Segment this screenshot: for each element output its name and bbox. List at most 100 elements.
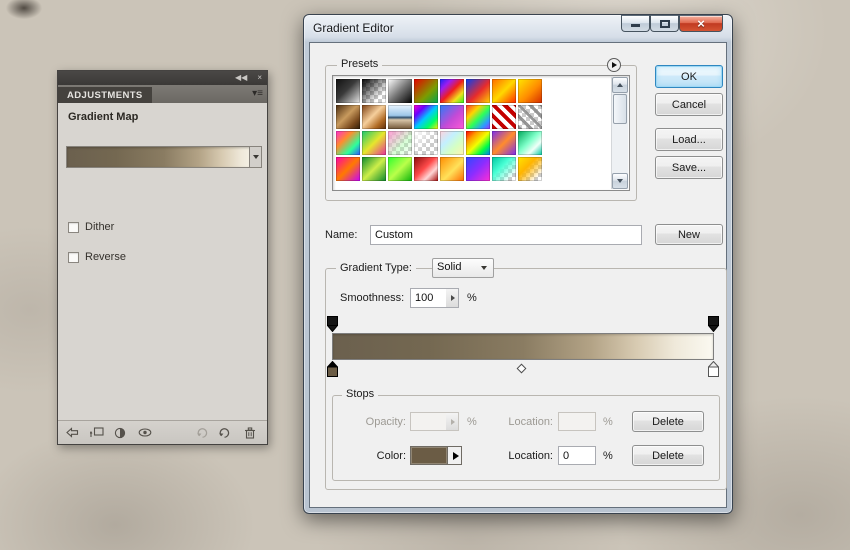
close-button[interactable]: × [679, 15, 723, 32]
chevron-down-icon [252, 155, 259, 159]
preset-swatch-14[interactable] [492, 105, 516, 129]
color-location-label: Location: [508, 450, 553, 462]
dither-checkbox[interactable]: Dither [68, 221, 114, 233]
maximize-button[interactable] [650, 15, 679, 32]
name-label: Name: [325, 229, 358, 241]
adjustments-footer-bar [58, 420, 267, 444]
stops-label: Stops [342, 388, 379, 400]
back-arrow-icon[interactable] [66, 427, 79, 438]
reset-arrow-icon[interactable] [196, 427, 209, 439]
preset-swatch-16[interactable] [336, 131, 360, 155]
adjustment-title: Gradient Map [68, 111, 139, 123]
load-button[interactable]: Load... [655, 128, 723, 151]
opacity-stop-right[interactable] [707, 316, 720, 333]
dither-checkbox-box[interactable] [68, 221, 79, 233]
gradient-bar[interactable] [332, 333, 714, 360]
color-location-input[interactable] [558, 446, 596, 465]
panel-menu-icon[interactable]: ▾≡ [252, 85, 263, 103]
preset-swatch-4[interactable] [440, 79, 464, 103]
preset-swatch-2[interactable] [388, 79, 412, 103]
color-stop-right[interactable] [707, 360, 720, 377]
opacity-location-input[interactable] [558, 412, 596, 431]
save-button[interactable]: Save... [655, 156, 723, 179]
maximize-icon [659, 19, 670, 28]
color-flyout-button[interactable] [448, 446, 462, 465]
flyout-arrow-icon [612, 61, 617, 68]
preset-swatch-8[interactable] [336, 105, 360, 129]
stops-group [332, 395, 720, 481]
preset-swatch-20[interactable] [440, 131, 464, 155]
new-button[interactable]: New [655, 224, 723, 245]
ok-button[interactable]: OK [655, 65, 723, 88]
reverse-checkbox-box[interactable] [68, 251, 79, 263]
preset-swatch-29[interactable] [466, 157, 490, 181]
preset-swatch-31[interactable] [518, 157, 542, 181]
trash-icon[interactable] [244, 427, 256, 439]
gradient-type-select[interactable]: Solid [432, 258, 494, 278]
preset-swatch-10[interactable] [388, 105, 412, 129]
opacity-spinner[interactable] [446, 412, 459, 431]
smoothness-input[interactable] [410, 288, 447, 308]
adjustments-panel-body: Gradient Map Dither Reverse [58, 103, 267, 444]
name-input[interactable] [370, 225, 642, 245]
panel-group-header: ◀◀ × [58, 71, 267, 85]
opacity-input[interactable] [410, 412, 447, 431]
preset-swatch-0[interactable] [336, 79, 360, 103]
preset-swatch-19[interactable] [414, 131, 438, 155]
panel-close-icon[interactable]: × [252, 71, 267, 85]
opacity-label: Opacity: [365, 416, 406, 428]
presets-menu-flyout-button[interactable] [607, 58, 621, 72]
delete-color-stop-button[interactable]: Delete [632, 445, 704, 466]
color-swatch[interactable] [410, 446, 448, 465]
visibility-eye-icon[interactable] [138, 427, 152, 438]
presets-label: Presets [337, 58, 383, 70]
preset-swatch-22[interactable] [492, 131, 516, 155]
desktop-background: ◀◀ × ADJUSTMENTS ▾≡ Gradient Map Dither R… [0, 0, 850, 550]
preset-swatch-1[interactable] [362, 79, 386, 103]
scrollbar-thumb[interactable] [613, 94, 627, 124]
gradient-map-preview[interactable] [66, 146, 262, 168]
collapse-to-icons-icon[interactable]: ◀◀ [230, 71, 252, 85]
presets-scrollbar[interactable] [611, 77, 628, 189]
preset-swatch-25[interactable] [362, 157, 386, 181]
half-circle-icon[interactable] [114, 427, 126, 439]
smoothness-spinner[interactable] [446, 288, 459, 308]
minimize-button[interactable] [621, 15, 650, 32]
preset-swatch-24[interactable] [336, 157, 360, 181]
preset-swatch-7[interactable] [518, 79, 542, 103]
cancel-button[interactable]: Cancel [655, 93, 723, 116]
scroll-up-arrow[interactable] [612, 77, 628, 93]
dialog-client-area: Presets OK Cancel Load... Save... Name: … [309, 42, 727, 508]
close-icon: × [697, 16, 705, 31]
preset-swatch-15[interactable] [518, 105, 542, 129]
preset-swatch-5[interactable] [466, 79, 490, 103]
preset-swatch-26[interactable] [388, 157, 412, 181]
presets-grid [335, 78, 545, 182]
preset-swatch-23[interactable] [518, 131, 542, 155]
gradient-editor-dialog: Gradient Editor × Presets OK Cancel Load… [303, 14, 733, 514]
dialog-titlebar[interactable]: Gradient Editor × [304, 15, 732, 42]
preset-swatch-17[interactable] [362, 131, 386, 155]
gradient-type-label: Gradient Type: [336, 262, 416, 274]
refresh-icon[interactable] [218, 427, 231, 439]
scroll-down-arrow[interactable] [612, 173, 628, 189]
preset-swatch-12[interactable] [440, 105, 464, 129]
preset-swatch-27[interactable] [414, 157, 438, 181]
preset-swatch-28[interactable] [440, 157, 464, 181]
preset-swatch-9[interactable] [362, 105, 386, 129]
preset-swatch-13[interactable] [466, 105, 490, 129]
smoothness-label: Smoothness: [340, 292, 405, 304]
preset-swatch-3[interactable] [414, 79, 438, 103]
preset-swatch-6[interactable] [492, 79, 516, 103]
opacity-stop-left[interactable] [326, 316, 339, 333]
reverse-label: Reverse [85, 251, 126, 263]
delete-opacity-stop-button[interactable]: Delete [632, 411, 704, 432]
color-stop-left-selected[interactable] [326, 360, 339, 377]
preset-swatch-11[interactable] [414, 105, 438, 129]
reverse-checkbox[interactable]: Reverse [68, 251, 126, 263]
preset-swatch-21[interactable] [466, 131, 490, 155]
preset-swatch-18[interactable] [388, 131, 412, 155]
preset-swatch-30[interactable] [492, 157, 516, 181]
clip-to-layer-icon[interactable] [90, 427, 104, 438]
gradient-picker-dropdown[interactable] [249, 147, 261, 167]
